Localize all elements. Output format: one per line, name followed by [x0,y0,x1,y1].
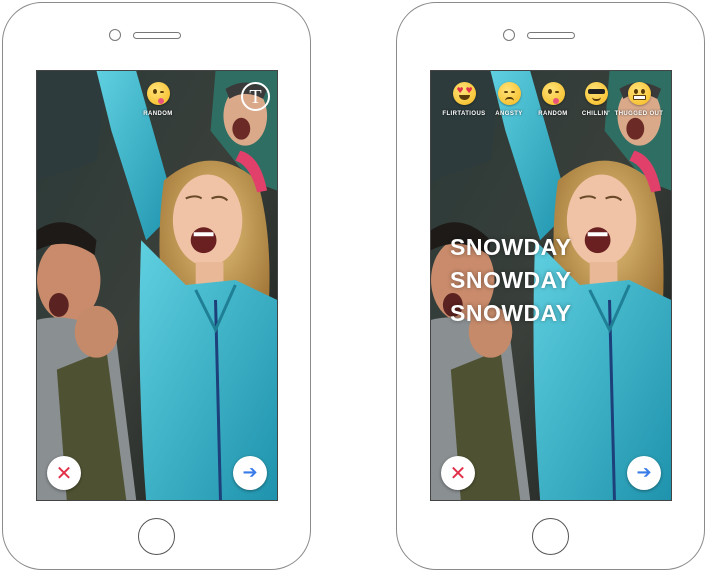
front-camera [503,29,515,41]
home-button [138,518,175,555]
screen-right: ♥ ♥ FLIRTATIOUS ANGSTY RANDOM CHILLIN' T… [430,70,672,501]
mood-option-thugged-out[interactable]: THUGGED OUT [609,82,669,117]
arrow-right-icon: ➔ [242,462,258,483]
caption-line: SNOWDAY [450,300,572,326]
earpiece-speaker [133,32,181,39]
next-button[interactable]: ➔ [233,456,267,490]
photo-preview [37,71,277,500]
text-tool-button[interactable]: T [241,82,270,111]
cancel-button[interactable]: ✕ [47,456,81,490]
mood-label: CHILLIN' [581,111,611,117]
cancel-button[interactable]: ✕ [441,456,475,490]
earpiece-speaker [527,32,575,39]
caption-line: SNOWDAY [450,234,572,260]
mood-label: THUGGED OUT [614,111,664,117]
sunglasses-emoji-icon [584,82,608,105]
caption-text[interactable]: SNOWDAY SNOWDAY SNOWDAY [450,231,572,330]
mood-option-random[interactable]: RANDOM [128,82,188,117]
text-tool-icon: T [249,85,262,108]
screen-left: RANDOM T ✕ ➔ [36,70,278,501]
grimace-emoji-icon [627,82,651,105]
heart-eyes-emoji-icon: ♥ ♥ [452,82,476,105]
home-button [532,518,569,555]
mood-label: ANGSTY [495,111,523,117]
close-icon: ✕ [449,461,467,485]
phone-mockup-right: ♥ ♥ FLIRTATIOUS ANGSTY RANDOM CHILLIN' T… [396,2,705,570]
tongue-wink-emoji-icon [146,82,170,105]
caption-line: SNOWDAY [450,267,572,293]
arrow-right-icon: ➔ [636,462,652,483]
front-camera [109,29,121,41]
close-icon: ✕ [55,461,73,485]
mood-label: RANDOM [538,111,568,117]
next-button[interactable]: ➔ [627,456,661,490]
phone-mockup-left: RANDOM T ✕ ➔ [2,2,311,570]
tongue-wink-emoji-icon [541,82,565,105]
unamused-emoji-icon [497,82,521,105]
mood-label: RANDOM [143,111,173,117]
